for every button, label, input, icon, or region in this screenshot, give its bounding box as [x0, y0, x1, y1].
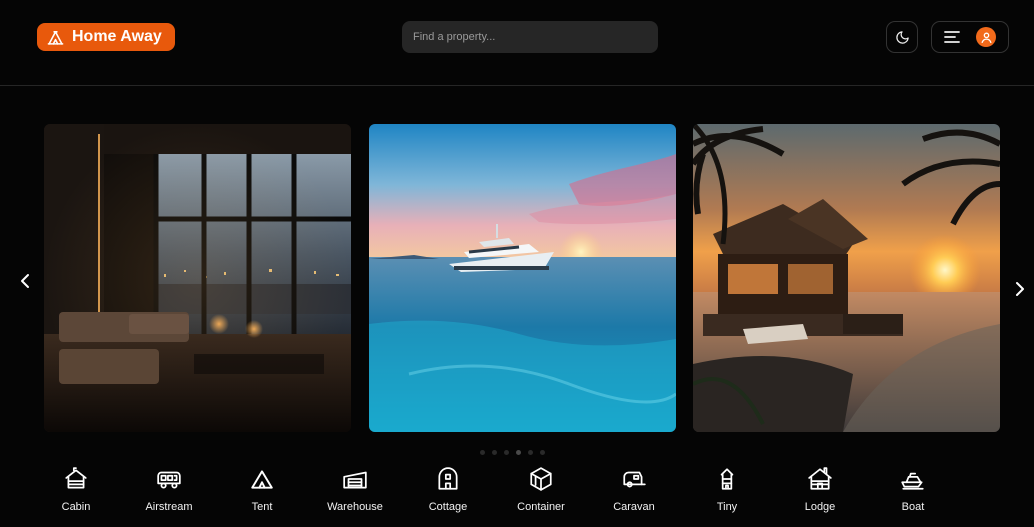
- category-tiny[interactable]: Tiny: [681, 466, 773, 513]
- brand-name: Home Away: [72, 28, 162, 45]
- category-label: Tiny: [716, 501, 738, 513]
- user-menu-button[interactable]: [931, 21, 1009, 53]
- search-input[interactable]: [402, 21, 658, 53]
- warehouse-icon: [343, 471, 367, 489]
- category-boat[interactable]: Boat: [867, 466, 959, 513]
- caravan-icon: [623, 471, 646, 488]
- category-bar: Cabin Airstream Tent Warehouse Cottage C…: [30, 466, 1005, 522]
- category-label: Cabin: [61, 501, 91, 513]
- carousel-slide-penthouse[interactable]: [44, 124, 351, 432]
- carousel-dot[interactable]: [516, 450, 521, 455]
- carousel-slide-yacht[interactable]: [369, 124, 676, 432]
- lodge-icon: [808, 467, 832, 490]
- category-container[interactable]: Container: [495, 466, 587, 513]
- chevron-left-icon: [21, 274, 29, 288]
- category-label: Caravan: [613, 501, 655, 513]
- moon-icon: [895, 30, 909, 44]
- category-label: Container: [517, 501, 565, 513]
- carousel-dot[interactable]: [528, 450, 533, 455]
- avatar: [976, 27, 996, 47]
- yacht-image: [369, 124, 676, 432]
- category-label: Boat: [901, 501, 925, 513]
- hamburger-icon: [944, 31, 960, 43]
- property-carousel: [0, 86, 1034, 455]
- category-label: Cottage: [428, 501, 468, 513]
- carousel-dot[interactable]: [492, 450, 497, 455]
- cabin-icon: [65, 467, 87, 489]
- chevron-right-icon: [1016, 282, 1024, 296]
- tent-icon: [251, 470, 273, 489]
- category-tent[interactable]: Tent: [216, 466, 308, 513]
- carousel-dot[interactable]: [504, 450, 509, 455]
- cottage-icon: [438, 467, 458, 490]
- theme-toggle-button[interactable]: [886, 21, 918, 53]
- category-cabin[interactable]: Cabin: [30, 466, 122, 513]
- carousel-dots: [480, 450, 545, 455]
- carousel-dot[interactable]: [480, 450, 485, 455]
- carousel-next-button[interactable]: [1009, 274, 1031, 304]
- home-logo-button[interactable]: Home Away: [37, 23, 175, 51]
- category-label: Warehouse: [327, 501, 383, 513]
- site-header: Home Away: [0, 0, 1034, 86]
- category-cottage[interactable]: Cottage: [402, 466, 494, 513]
- boat-icon: [901, 472, 924, 490]
- container-icon: [530, 467, 552, 491]
- category-label: Lodge: [804, 501, 836, 513]
- carousel-dot[interactable]: [540, 450, 545, 455]
- airstream-icon: [157, 471, 181, 489]
- category-caravan[interactable]: Caravan: [588, 466, 680, 513]
- category-lodge[interactable]: Lodge: [774, 466, 866, 513]
- tiny-house-icon: [720, 468, 734, 490]
- category-label: Airstream: [145, 501, 193, 513]
- category-label: Tent: [251, 501, 273, 513]
- user-icon: [981, 32, 991, 43]
- tent-icon: [47, 30, 64, 45]
- carousel-slide-bungalow[interactable]: [693, 124, 1000, 432]
- bungalow-image: [693, 124, 1000, 432]
- category-warehouse[interactable]: Warehouse: [309, 466, 401, 513]
- penthouse-image: [44, 124, 351, 432]
- carousel-prev-button[interactable]: [14, 266, 36, 296]
- category-airstream[interactable]: Airstream: [123, 466, 215, 513]
